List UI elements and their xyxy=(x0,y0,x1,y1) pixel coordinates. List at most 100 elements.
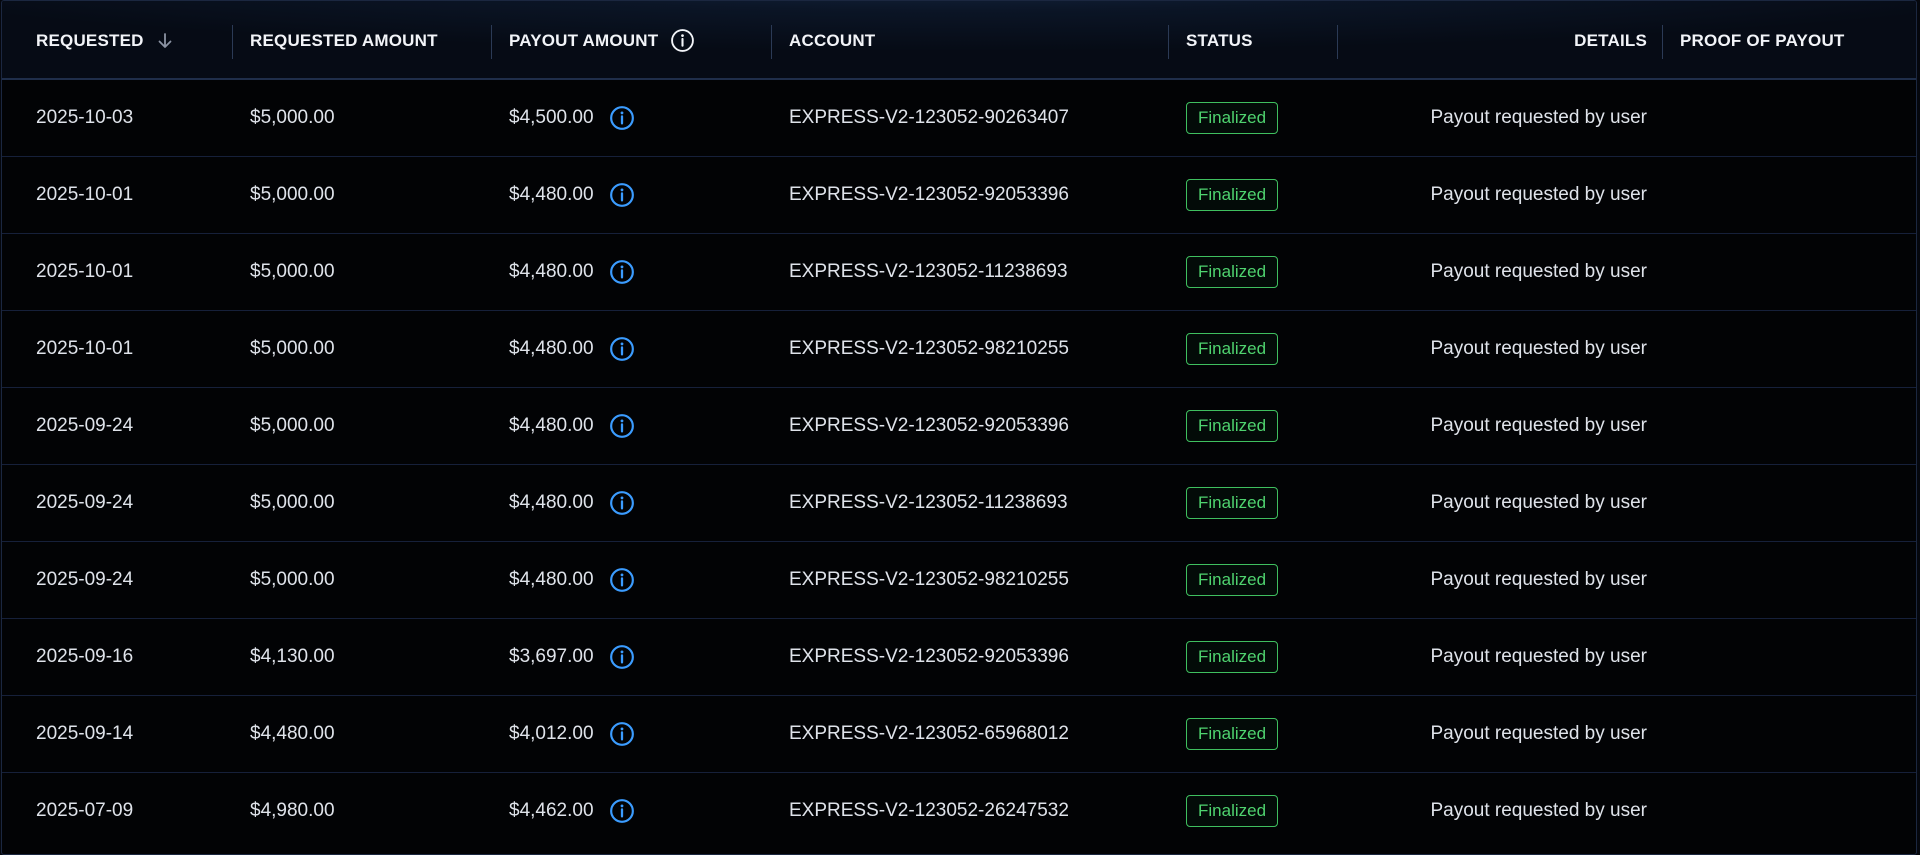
details-text: Payout requested by user xyxy=(1430,723,1647,744)
requested-date: 2025-09-24 xyxy=(36,492,134,513)
status-cell: Finalized xyxy=(1186,80,1279,156)
arrow-down-icon[interactable] xyxy=(156,32,174,50)
requested-date: 2025-10-01 xyxy=(36,338,134,359)
payout-amount-cell: $4,500.00 xyxy=(509,80,635,156)
payout-amount-cell: $4,462.00 xyxy=(509,773,635,849)
requested-date: 2025-10-01 xyxy=(36,184,134,205)
payout-amount-cell: $4,480.00 xyxy=(509,465,635,541)
payout-amount: $4,500.00 xyxy=(509,107,594,128)
column-header-label: PAYOUT AMOUNT xyxy=(509,30,659,50)
info-icon[interactable] xyxy=(609,798,635,824)
requested-amount: $5,000.00 xyxy=(250,569,335,590)
info-icon[interactable] xyxy=(609,721,635,747)
payout-amount: $3,697.00 xyxy=(509,646,594,667)
column-header-label: DETAILS xyxy=(1574,30,1647,50)
requested-amount: $5,000.00 xyxy=(250,107,335,128)
table-row[interactable]: 2025-10-01 $5,000.00 $4,480.00 EXPRESS-V… xyxy=(2,311,1916,388)
account-id: EXPRESS-V2-123052-92053396 xyxy=(789,415,1069,436)
payout-amount: $4,012.00 xyxy=(509,723,594,744)
details-text: Payout requested by user xyxy=(1430,415,1647,436)
column-header-label: STATUS xyxy=(1186,30,1253,50)
payout-amount: $4,462.00 xyxy=(509,800,594,821)
status-badge: Finalized xyxy=(1186,718,1279,750)
requested-date: 2025-09-24 xyxy=(36,569,134,590)
payout-amount-cell: $4,480.00 xyxy=(509,542,635,618)
requested-amount: $5,000.00 xyxy=(250,338,335,359)
info-icon[interactable] xyxy=(609,490,635,516)
info-icon[interactable] xyxy=(609,105,635,131)
info-icon[interactable] xyxy=(609,567,635,593)
details-text: Payout requested by user xyxy=(1430,338,1647,359)
column-header-requested[interactable]: REQUESTED xyxy=(36,1,174,80)
status-badge: Finalized xyxy=(1186,256,1279,288)
requested-date: 2025-07-09 xyxy=(36,800,134,821)
column-divider xyxy=(1662,25,1663,59)
table-row[interactable]: 2025-09-14 $4,480.00 $4,012.00 EXPRESS-V… xyxy=(2,696,1916,773)
info-icon[interactable] xyxy=(609,336,635,362)
table-row[interactable]: 2025-10-01 $5,000.00 $4,480.00 EXPRESS-V… xyxy=(2,234,1916,311)
status-cell: Finalized xyxy=(1186,311,1279,387)
status-badge: Finalized xyxy=(1186,795,1279,827)
account-id: EXPRESS-V2-123052-65968012 xyxy=(789,723,1069,744)
table-row[interactable]: 2025-09-24 $5,000.00 $4,480.00 EXPRESS-V… xyxy=(2,542,1916,619)
status-cell: Finalized xyxy=(1186,234,1279,310)
column-header-details[interactable]: DETAILS xyxy=(1402,1,1647,80)
table-header: REQUESTED REQUESTED AMOUNT PAYOUT AMOUNT… xyxy=(2,1,1916,80)
status-cell: Finalized xyxy=(1186,465,1279,541)
column-header-status[interactable]: STATUS xyxy=(1186,1,1253,80)
account-id: EXPRESS-V2-123052-26247532 xyxy=(789,800,1069,821)
account-id: EXPRESS-V2-123052-92053396 xyxy=(789,646,1069,667)
info-icon[interactable] xyxy=(609,413,635,439)
table-body: 2025-10-03 $5,000.00 $4,500.00 EXPRESS-V… xyxy=(2,80,1916,850)
column-header-proof-of-payout[interactable]: PROOF OF PAYOUT xyxy=(1680,1,1845,80)
info-icon[interactable] xyxy=(670,28,695,53)
status-cell: Finalized xyxy=(1186,388,1279,464)
requested-date: 2025-10-01 xyxy=(36,261,134,282)
requested-amount: $5,000.00 xyxy=(250,492,335,513)
account-id: EXPRESS-V2-123052-11238693 xyxy=(789,261,1068,282)
column-divider xyxy=(491,25,492,59)
status-badge: Finalized xyxy=(1186,410,1279,442)
details-text: Payout requested by user xyxy=(1430,107,1647,128)
column-divider xyxy=(1337,25,1338,59)
payout-amount: $4,480.00 xyxy=(509,338,594,359)
requested-amount: $5,000.00 xyxy=(250,261,335,282)
column-divider xyxy=(771,25,772,59)
requested-amount: $5,000.00 xyxy=(250,415,335,436)
status-cell: Finalized xyxy=(1186,157,1279,233)
status-badge: Finalized xyxy=(1186,333,1279,365)
column-divider xyxy=(1168,25,1169,59)
status-cell: Finalized xyxy=(1186,619,1279,695)
info-icon[interactable] xyxy=(609,182,635,208)
column-divider xyxy=(232,25,233,59)
status-badge: Finalized xyxy=(1186,564,1279,596)
column-header-payout-amount[interactable]: PAYOUT AMOUNT xyxy=(509,1,695,80)
account-id: EXPRESS-V2-123052-11238693 xyxy=(789,492,1068,513)
payout-amount: $4,480.00 xyxy=(509,569,594,590)
status-cell: Finalized xyxy=(1186,696,1279,772)
payouts-table: REQUESTED REQUESTED AMOUNT PAYOUT AMOUNT… xyxy=(1,0,1917,855)
status-badge: Finalized xyxy=(1186,641,1279,673)
account-id: EXPRESS-V2-123052-98210255 xyxy=(789,338,1069,359)
info-icon[interactable] xyxy=(609,259,635,285)
payout-amount: $4,480.00 xyxy=(509,492,594,513)
column-header-requested-amount[interactable]: REQUESTED AMOUNT xyxy=(250,1,438,80)
table-row[interactable]: 2025-10-03 $5,000.00 $4,500.00 EXPRESS-V… xyxy=(2,80,1916,157)
table-row[interactable]: 2025-09-24 $5,000.00 $4,480.00 EXPRESS-V… xyxy=(2,388,1916,465)
payout-amount: $4,480.00 xyxy=(509,184,594,205)
column-header-account[interactable]: ACCOUNT xyxy=(789,1,875,80)
table-row[interactable]: 2025-10-01 $5,000.00 $4,480.00 EXPRESS-V… xyxy=(2,157,1916,234)
requested-date: 2025-09-16 xyxy=(36,646,134,667)
details-text: Payout requested by user xyxy=(1430,261,1647,282)
table-row[interactable]: 2025-09-24 $5,000.00 $4,480.00 EXPRESS-V… xyxy=(2,465,1916,542)
table-row[interactable]: 2025-07-09 $4,980.00 $4,462.00 EXPRESS-V… xyxy=(2,773,1916,850)
column-header-label: REQUESTED AMOUNT xyxy=(250,30,438,50)
status-cell: Finalized xyxy=(1186,542,1279,618)
column-header-label: REQUESTED xyxy=(36,30,144,50)
table-row[interactable]: 2025-09-16 $4,130.00 $3,697.00 EXPRESS-V… xyxy=(2,619,1916,696)
details-text: Payout requested by user xyxy=(1430,800,1647,821)
account-id: EXPRESS-V2-123052-90263407 xyxy=(789,107,1069,128)
info-icon[interactable] xyxy=(609,644,635,670)
status-badge: Finalized xyxy=(1186,487,1279,519)
details-text: Payout requested by user xyxy=(1430,492,1647,513)
